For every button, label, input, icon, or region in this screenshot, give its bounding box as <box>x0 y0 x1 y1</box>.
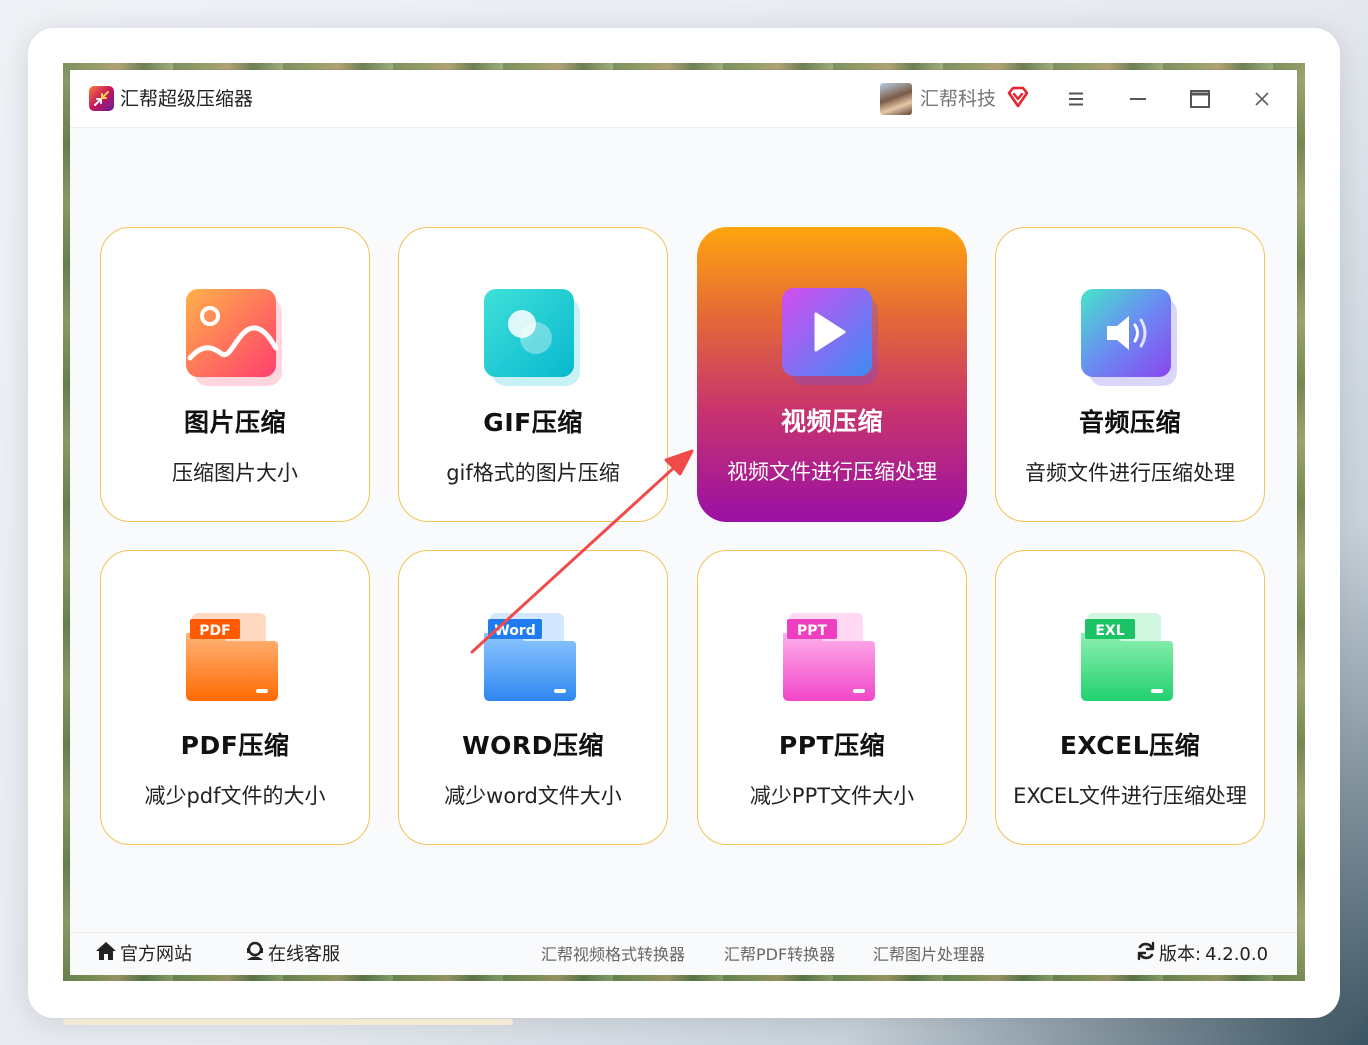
badge-label: PDF <box>199 623 230 639</box>
card-title: PPT压缩 <box>778 731 886 760</box>
minimize-icon[interactable] <box>1123 84 1153 114</box>
card-excel-compress[interactable]: EXL EXCEL压缩 EXCEL文件进行压缩处理 <box>995 550 1265 845</box>
card-audio-compress[interactable]: 音频压缩 音频文件进行压缩处理 <box>995 227 1265 522</box>
title-bar: 汇帮超级压缩器 汇帮科技 <box>70 70 1297 128</box>
official-website-label: 官方网站 <box>120 944 192 965</box>
footer-link-video-converter[interactable]: 汇帮视频格式转换器 <box>541 943 685 967</box>
card-description: EXCEL文件进行压缩处理 <box>1013 784 1247 808</box>
badge-label: PPT <box>797 623 828 639</box>
audio-speaker-icon <box>1081 286 1181 386</box>
online-support-link[interactable]: 在线客服 <box>245 941 340 969</box>
online-support-label: 在线客服 <box>268 944 340 965</box>
avatar[interactable] <box>880 83 912 115</box>
app-logo-icon <box>89 86 114 111</box>
card-description: 视频文件进行压缩处理 <box>727 460 937 484</box>
home-icon <box>95 941 117 969</box>
card-title: PDF压缩 <box>180 731 290 760</box>
footer-link-image-processor[interactable]: 汇帮图片处理器 <box>873 943 985 967</box>
menu-icon[interactable] <box>1061 84 1091 114</box>
card-description: 减少word文件大小 <box>444 784 622 808</box>
card-video-compress[interactable]: 视频压缩 视频文件进行压缩处理 <box>697 227 967 522</box>
pdf-folder-icon: PDF <box>186 609 286 709</box>
card-description: 压缩图片大小 <box>172 461 298 485</box>
version-info[interactable]: 版本: 4.2.0.0 <box>1136 941 1268 969</box>
footer-bar: 官方网站 在线客服 汇帮视频格式转换器 汇帮PDF转换器 汇帮图片处理器 版本:… <box>70 932 1297 975</box>
ppt-folder-icon: PPT <box>783 609 883 709</box>
excel-folder-icon: EXL <box>1081 609 1181 709</box>
maximize-icon[interactable] <box>1185 84 1215 114</box>
card-ppt-compress[interactable]: PPT PPT压缩 减少PPT文件大小 <box>697 550 967 845</box>
video-play-icon <box>782 285 882 385</box>
badge-label: EXL <box>1095 623 1124 639</box>
app-title: 汇帮超级压缩器 <box>120 88 254 110</box>
card-title: 图片压缩 <box>183 408 286 437</box>
card-title: 音频压缩 <box>1078 408 1181 437</box>
vip-diamond-icon[interactable] <box>1006 85 1030 109</box>
card-title: EXCEL压缩 <box>1059 731 1201 760</box>
refresh-icon[interactable] <box>1136 941 1156 969</box>
image-icon <box>186 286 286 386</box>
card-description: 减少PPT文件大小 <box>749 784 915 808</box>
official-website-link[interactable]: 官方网站 <box>95 941 192 969</box>
version-label: 版本: <box>1159 944 1202 965</box>
word-folder-icon: Word <box>484 609 584 709</box>
card-image-compress[interactable]: 图片压缩 压缩图片大小 <box>100 227 370 522</box>
card-gif-compress[interactable]: GIF压缩 gif格式的图片压缩 <box>398 227 668 522</box>
version-number: 4.2.0.0 <box>1205 944 1269 965</box>
user-name[interactable]: 汇帮科技 <box>920 86 996 112</box>
support-agent-icon <box>245 941 265 969</box>
card-description: gif格式的图片压缩 <box>446 461 620 485</box>
taskbar-strip <box>63 1019 513 1025</box>
card-description: 减少pdf文件的大小 <box>144 784 326 808</box>
app-window: 汇帮超级压缩器 汇帮科技 图片压缩 压缩图片大小 GIF压缩 gif格式的图片压… <box>70 70 1297 975</box>
card-title: WORD压缩 <box>462 731 604 760</box>
card-title: GIF压缩 <box>483 408 583 437</box>
card-description: 音频文件进行压缩处理 <box>1025 461 1235 485</box>
card-title: 视频压缩 <box>780 407 883 436</box>
card-word-compress[interactable]: Word WORD压缩 减少word文件大小 <box>398 550 668 845</box>
card-pdf-compress[interactable]: PDF PDF压缩 减少pdf文件的大小 <box>100 550 370 845</box>
gif-icon <box>484 286 584 386</box>
footer-link-pdf-converter[interactable]: 汇帮PDF转换器 <box>724 943 835 967</box>
close-icon[interactable] <box>1247 84 1277 114</box>
badge-label: Word <box>494 623 536 639</box>
